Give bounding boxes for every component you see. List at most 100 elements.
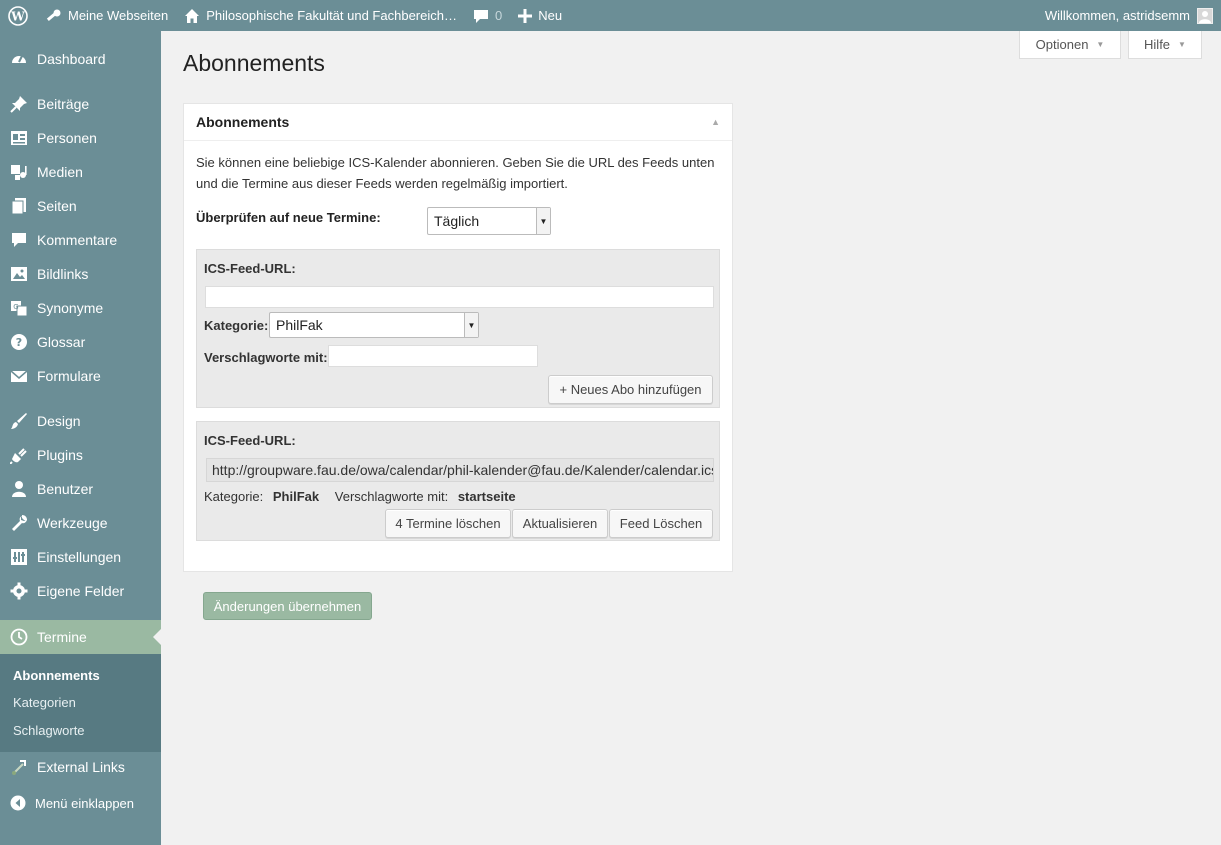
collapse-arrow-icon <box>9 794 27 812</box>
user-icon <box>9 479 29 499</box>
sidebar-item-label: External Links <box>37 759 125 775</box>
comment-bubble-icon <box>473 8 489 24</box>
sidebar-item-label: Synonyme <box>37 300 104 316</box>
termine-submenu: Abonnements Kategorien Schlagworte <box>0 654 161 752</box>
comments-menu[interactable]: 0 <box>465 0 510 31</box>
sidebar-item-label: Eigene Felder <box>37 583 125 599</box>
comments-count: 0 <box>494 8 503 23</box>
existing-feed-url: http://groupware.fau.de/owa/calendar/phi… <box>206 458 714 482</box>
sidebar-item-label: Einstellungen <box>37 549 122 565</box>
key-icon <box>46 8 62 24</box>
sidebar-item-seiten[interactable]: Seiten <box>0 189 161 223</box>
sidebar-item-bildlinks[interactable]: Bildlinks <box>0 257 161 291</box>
admin-bar: W Meine Webseiten Philosophische Fakultä… <box>0 0 1221 31</box>
sidebar-item-label: Beiträge <box>37 96 90 112</box>
sidebar-item-einstellungen[interactable]: Einstellungen <box>0 540 161 574</box>
new-feed-form: ICS-Feed-URL: Kategorie: PhilFak ▼ Versc… <box>196 249 720 408</box>
sidebar-item-werkzeuge[interactable]: Werkzeuge <box>0 506 161 540</box>
collapse-toggle-icon[interactable]: ▲ <box>711 117 720 127</box>
media-icon <box>9 162 29 182</box>
sidebar-item-benutzer[interactable]: Benutzer <box>0 472 161 506</box>
new-feed-category-select[interactable]: PhilFak ▼ <box>269 312 479 338</box>
sidebar-item-label: Design <box>37 413 81 429</box>
new-feed-category-label: Kategorie: <box>204 318 269 333</box>
sidebar-item-label: Kommentare <box>37 232 118 248</box>
sidebar-item-external-links[interactable]: External Links <box>0 750 161 784</box>
svg-text:?: ? <box>16 336 22 349</box>
new-feed-url-input[interactable] <box>205 286 714 308</box>
existing-feed-tags-value: startseite <box>457 489 516 504</box>
sidebar-item-design[interactable]: Design <box>0 404 161 438</box>
help-icon: ? <box>9 332 29 352</box>
select-arrow-icon: ▼ <box>464 313 478 337</box>
wrench-icon <box>9 513 29 533</box>
sidebar-item-glossar[interactable]: ? Glossar <box>0 325 161 359</box>
postbox-title: Abonnements <box>196 114 290 130</box>
intro-text: Sie können eine beliebige ICS-Kalender a… <box>196 155 715 191</box>
postbox-header[interactable]: Abonnements ▲ <box>184 104 732 141</box>
save-changes-button[interactable]: Änderungen übernehmen <box>203 592 372 620</box>
site-name-label: Philosophische Fakultät und Fachbereich… <box>206 8 457 23</box>
caret-down-icon: ▼ <box>1178 40 1186 49</box>
caret-down-icon: ▼ <box>1096 40 1105 49</box>
avatar <box>1197 7 1213 24</box>
sidebar-item-label: Termine <box>37 629 87 645</box>
new-feed-category-value: PhilFak <box>276 317 323 333</box>
my-sites-menu[interactable]: Meine Webseiten <box>38 0 176 31</box>
submenu-item-abonnements[interactable]: Abonnements <box>13 668 100 683</box>
help-label: Hilfe <box>1144 37 1171 52</box>
submenu-item-schlagworte[interactable]: Schlagworte <box>13 723 85 738</box>
collapse-menu-button[interactable]: Menü einklappen <box>0 793 161 813</box>
translate-icon: G <box>9 298 29 318</box>
sidebar-item-termine[interactable]: Termine <box>0 620 161 654</box>
plug-icon <box>9 445 29 465</box>
submenu-item-kategorien[interactable]: Kategorien <box>13 695 76 710</box>
sidebar-item-dashboard[interactable]: Dashboard <box>0 42 161 76</box>
dashboard-icon <box>9 49 29 69</box>
collapse-label: Menü einklappen <box>35 795 135 811</box>
delete-events-button[interactable]: 4 Termine löschen <box>385 509 511 538</box>
abonnements-postbox: Abonnements ▲ Sie können eine beliebige … <box>183 103 733 572</box>
site-name-menu[interactable]: Philosophische Fakultät und Fachbereich… <box>176 0 465 31</box>
comment-icon <box>9 230 29 250</box>
clock-icon <box>9 627 29 647</box>
home-icon <box>184 8 200 24</box>
frequency-value: Täglich <box>434 213 480 229</box>
sidebar-item-label: Bildlinks <box>37 266 89 282</box>
new-feed-url-label: ICS-Feed-URL: <box>204 261 296 276</box>
sidebar-item-personen[interactable]: Personen <box>0 121 161 155</box>
sidebar-item-label: Seiten <box>37 198 77 214</box>
sidebar-item-label: Benutzer <box>37 481 94 497</box>
account-menu[interactable]: Willkommen, astridsemm <box>1037 0 1221 31</box>
sidebar-item-label: Werkzeuge <box>37 515 108 531</box>
svg-text:W: W <box>10 9 25 23</box>
new-label: Neu <box>538 8 563 23</box>
settings-icon <box>9 547 29 567</box>
sidebar-item-medien[interactable]: Medien <box>0 155 161 189</box>
sidebar-item-plugins[interactable]: Plugins <box>0 438 161 472</box>
page-title: Abonnements <box>183 50 325 76</box>
new-feed-tags-input[interactable] <box>328 345 538 367</box>
pages-icon <box>9 196 29 216</box>
wordpress-logo-icon[interactable]: W <box>0 0 38 31</box>
gear-icon <box>9 581 29 601</box>
sidebar-item-label: Medien <box>37 164 83 180</box>
existing-feed-meta: Kategorie: PhilFak Verschlagworte mit: s… <box>204 489 516 504</box>
sidebar-item-label: Formulare <box>37 368 101 384</box>
sidebar-item-eigene-felder[interactable]: Eigene Felder <box>0 574 161 608</box>
admin-sidebar: Dashboard Beiträge Personen Medien Seite… <box>0 31 161 845</box>
sidebar-item-label: Personen <box>37 130 97 146</box>
help-button[interactable]: Hilfe ▼ <box>1128 31 1202 59</box>
delete-feed-button[interactable]: Feed Löschen <box>609 509 713 538</box>
external-link-icon <box>9 757 29 777</box>
add-feed-button[interactable]: + Neues Abo hinzufügen <box>548 375 713 404</box>
sidebar-item-kommentare[interactable]: Kommentare <box>0 223 161 257</box>
sidebar-item-beitraege[interactable]: Beiträge <box>0 87 161 121</box>
new-content-menu[interactable]: Neu <box>510 0 570 31</box>
plus-icon <box>518 8 533 23</box>
sidebar-item-synonyme[interactable]: G Synonyme <box>0 291 161 325</box>
refresh-feed-button[interactable]: Aktualisieren <box>512 509 608 538</box>
sidebar-item-formulare[interactable]: Formulare <box>0 359 161 393</box>
frequency-select[interactable]: Täglich ▼ <box>427 207 551 235</box>
screen-options-button[interactable]: Optionen ▼ <box>1019 31 1121 59</box>
